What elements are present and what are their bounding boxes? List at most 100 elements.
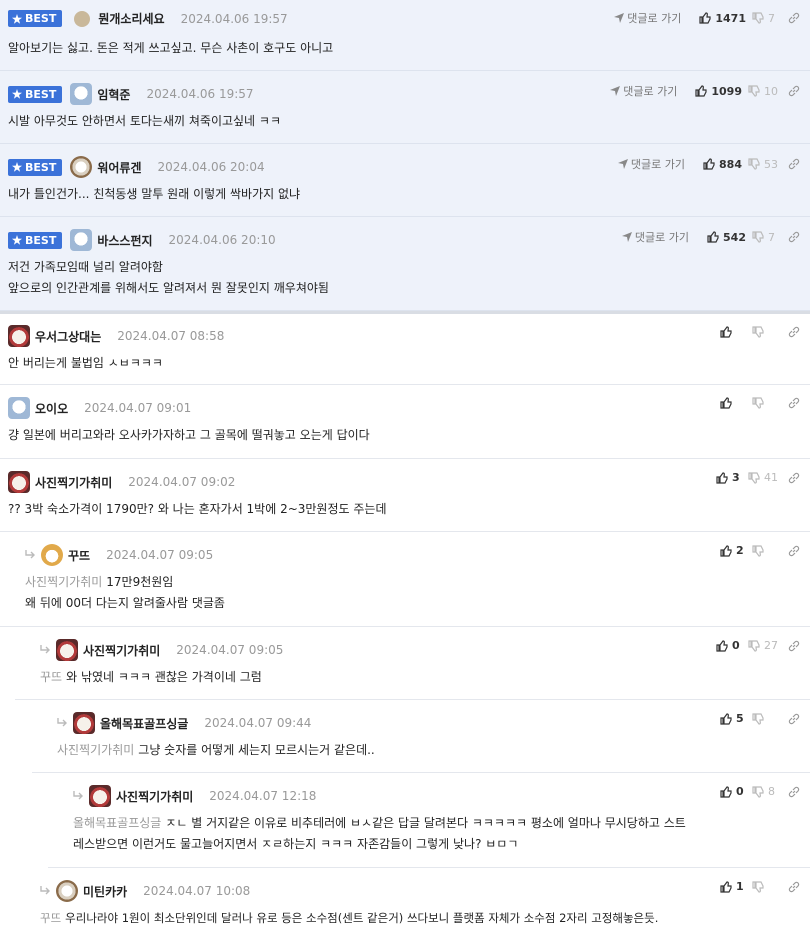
downvote-button[interactable] [752, 880, 778, 893]
downvote-button[interactable]: 10 [748, 85, 778, 98]
upvote-button[interactable] [720, 397, 746, 409]
goto-reply-link[interactable]: 댓글로 가기 [610, 83, 677, 99]
upvote-button[interactable]: 542 [707, 231, 746, 244]
downvote-button[interactable]: 7 [752, 231, 778, 244]
avatar[interactable] [70, 229, 93, 251]
avatar[interactable] [8, 397, 30, 419]
send-icon [621, 232, 632, 242]
comment-author[interactable]: 올해목표골프싱글 [100, 715, 188, 732]
avatar[interactable] [70, 156, 93, 178]
downvote-button[interactable] [752, 712, 778, 725]
goto-reply-link[interactable]: 댓글로 가기 [614, 10, 681, 26]
reply-arrow-icon [57, 718, 69, 728]
comment-date: 2024.04.06 19:57 [180, 11, 288, 26]
thumbs-down-icon [752, 231, 764, 243]
downvote-count: 27 [764, 639, 778, 652]
comment-author[interactable]: 꾸뜨 [68, 547, 90, 564]
link-icon[interactable] [788, 545, 800, 557]
link-icon[interactable] [788, 397, 800, 409]
comment-author[interactable]: 임혁준 [97, 86, 130, 103]
avatar[interactable] [89, 785, 111, 807]
reply-mention[interactable]: 사진찍기가취미 [25, 575, 102, 589]
upvote-button[interactable]: 0 [716, 639, 742, 652]
goto-reply-link[interactable]: 댓글로 가기 [621, 229, 689, 245]
upvote-button[interactable]: 3 [716, 471, 742, 484]
link-icon[interactable] [788, 158, 800, 170]
comment-author[interactable]: 사진찍기가취미 [116, 788, 193, 805]
comment-author[interactable]: 오이오 [35, 400, 68, 417]
best-badge: BEST [8, 158, 63, 176]
upvote-button[interactable]: 1099 [695, 85, 742, 98]
thumbs-down-icon [752, 880, 764, 893]
link-icon[interactable] [788, 640, 800, 652]
avatar[interactable] [8, 471, 30, 493]
thumbs-down-icon [752, 326, 764, 338]
comment-body: 걍 일본에 버리고와라 오사카가자하고 그 골목에 떨궈놓고 오는게 답이다 [8, 428, 370, 442]
downvote-button[interactable] [752, 544, 778, 557]
avatar[interactable] [73, 712, 95, 734]
avatar[interactable] [56, 639, 78, 661]
downvote-button[interactable] [752, 397, 778, 409]
downvote-count: 8 [768, 785, 775, 798]
reply-mention[interactable]: 꾸뜨 [40, 670, 62, 684]
comment-date: 2024.04.07 09:44 [204, 716, 312, 730]
reply-mention[interactable]: 사진찍기가취미 [57, 743, 134, 757]
thumbs-down-icon [752, 544, 764, 557]
downvote-button[interactable]: 8 [752, 785, 778, 798]
avatar[interactable] [74, 10, 91, 27]
link-icon[interactable] [788, 12, 800, 24]
link-icon[interactable] [788, 472, 800, 484]
link-icon[interactable] [788, 881, 800, 893]
best-comment: BEST 바스스펀지 2024.04.06 20:10 댓글로 가기 542 7… [0, 217, 810, 311]
downvote-button[interactable]: 27 [748, 639, 778, 652]
thumbs-up-icon [703, 158, 715, 170]
avatar[interactable] [41, 544, 63, 566]
send-icon [617, 159, 628, 169]
downvote-count: 10 [764, 84, 778, 98]
send-icon [614, 13, 625, 23]
comment-body: 내가 틀인건가... 친척동생 말투 원래 이렇게 싹바가지 없냐 [8, 187, 301, 201]
downvote-button[interactable]: 41 [748, 471, 778, 484]
upvote-button[interactable]: 1471 [699, 12, 746, 25]
link-icon[interactable] [788, 85, 800, 97]
comment-author[interactable]: 우서그상대는 [35, 328, 101, 345]
comment-date: 2024.04.07 09:01 [84, 401, 192, 415]
upvote-button[interactable]: 884 [703, 158, 742, 171]
thumbs-up-icon [720, 712, 732, 725]
upvote-button[interactable]: 5 [720, 712, 746, 725]
reply-mention[interactable]: 올해목표골프싱글 [73, 816, 161, 830]
thumbs-down-icon [748, 158, 760, 170]
avatar[interactable] [70, 83, 93, 105]
avatar[interactable] [56, 880, 78, 902]
comment-author[interactable]: 사진찍기가취미 [35, 474, 112, 491]
thumbs-up-icon [720, 397, 732, 409]
comment-author[interactable]: 뭔개소리세요 [98, 10, 164, 27]
link-icon[interactable] [788, 326, 800, 338]
thumbs-up-icon [720, 785, 732, 798]
thumbs-up-icon [695, 85, 707, 97]
comment-author[interactable]: 사진찍기가취미 [83, 642, 160, 659]
comment-date: 2024.04.07 08:58 [117, 329, 225, 343]
upvote-button[interactable]: 0 [720, 785, 746, 798]
link-icon[interactable] [788, 713, 800, 725]
downvote-button[interactable] [752, 326, 778, 338]
star-icon [12, 162, 22, 172]
downvote-button[interactable]: 7 [752, 12, 778, 25]
link-icon[interactable] [788, 231, 800, 243]
downvote-button[interactable]: 53 [748, 158, 778, 171]
thumbs-up-icon [716, 471, 728, 484]
upvote-button[interactable] [720, 326, 746, 338]
reply-arrow-icon [25, 550, 37, 560]
comment-author[interactable]: 워어류겐 [97, 159, 141, 176]
upvote-count: 0 [736, 785, 744, 798]
upvote-button[interactable]: 2 [720, 544, 746, 557]
upvote-button[interactable]: 1 [720, 880, 746, 893]
best-comment: BEST 임혁준 2024.04.06 19:57 댓글로 가기 1099 10… [0, 71, 810, 144]
reply-mention[interactable]: 꾸뜨 [40, 911, 61, 925]
link-icon[interactable] [788, 786, 800, 798]
goto-reply-link[interactable]: 댓글로 가기 [617, 156, 685, 172]
comment-date: 2024.04.06 20:04 [157, 160, 265, 174]
avatar[interactable] [8, 325, 30, 347]
comment-author[interactable]: 바스스펀지 [97, 232, 152, 249]
comment-author[interactable]: 미틴카카 [83, 883, 127, 900]
